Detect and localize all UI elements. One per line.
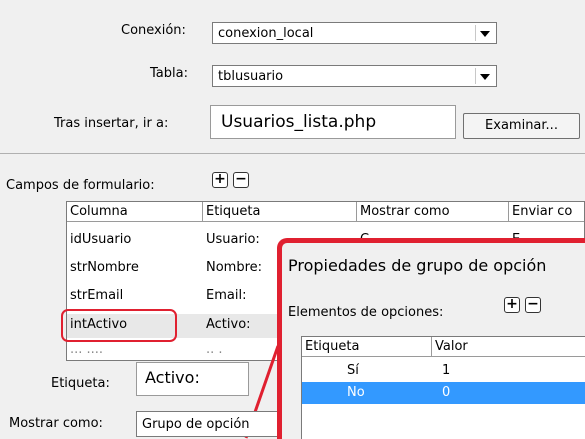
fields-header-display[interactable]: Mostrar como bbox=[357, 202, 509, 222]
detail-label-value: Activo: bbox=[145, 368, 200, 387]
connection-label: Conexión: bbox=[121, 23, 186, 38]
remove-option-button[interactable]: − bbox=[525, 297, 541, 313]
add-field-button[interactable]: + bbox=[212, 172, 228, 188]
browse-button-label: Examinar... bbox=[485, 118, 558, 133]
row-column: strEmail bbox=[70, 288, 124, 303]
table-value: tblusuario bbox=[218, 69, 284, 84]
row-label: Activo: bbox=[206, 317, 251, 332]
plus-icon: + bbox=[214, 171, 226, 187]
browse-button[interactable]: Examinar... bbox=[463, 113, 580, 139]
connection-value: conexion_local bbox=[218, 26, 314, 41]
fields-label: Campos de formulario: bbox=[6, 178, 155, 193]
row-column: idUsuario bbox=[70, 232, 132, 247]
highlight-marker bbox=[61, 309, 177, 342]
row-label: Nombre: bbox=[206, 260, 263, 275]
minus-icon: − bbox=[527, 296, 539, 312]
minus-icon: − bbox=[235, 171, 247, 187]
detail-label-caption: Etiqueta: bbox=[51, 376, 110, 391]
row-label: Email: bbox=[206, 288, 247, 303]
option-value: 1 bbox=[442, 363, 451, 378]
after-insert-value: Usuarios_lista.php bbox=[221, 112, 377, 132]
detail-display-value: Grupo de opción bbox=[142, 417, 250, 432]
add-option-button[interactable]: + bbox=[504, 297, 520, 313]
chevron-down-icon[interactable] bbox=[480, 74, 490, 80]
list-item[interactable]: No 0 bbox=[302, 382, 585, 404]
dialog-title: Propiedades de grupo de opción bbox=[288, 256, 547, 275]
table-label: Tabla: bbox=[150, 66, 188, 81]
detail-display-select[interactable]: Grupo de opción bbox=[136, 411, 286, 437]
detail-label-input[interactable]: Activo: bbox=[136, 362, 249, 396]
remove-field-button[interactable]: − bbox=[233, 172, 249, 188]
row-column: strNombre bbox=[70, 260, 139, 275]
option-value: 0 bbox=[442, 385, 451, 400]
option-label: No bbox=[347, 385, 365, 400]
options-header-value[interactable]: Valor bbox=[432, 337, 585, 357]
divider bbox=[0, 153, 585, 154]
fields-header-column[interactable]: Columna bbox=[67, 202, 203, 222]
chevron-down-icon[interactable] bbox=[480, 31, 490, 37]
plus-icon: + bbox=[506, 296, 518, 312]
detail-display-caption: Mostrar como: bbox=[9, 416, 103, 431]
fields-header-submit[interactable]: Enviar co bbox=[509, 202, 584, 222]
list-item[interactable]: Sí 1 bbox=[302, 360, 585, 382]
row-label: Usuario: bbox=[206, 232, 260, 247]
after-insert-input[interactable]: Usuarios_lista.php bbox=[210, 105, 456, 139]
connection-select[interactable]: conexion_local bbox=[212, 22, 497, 44]
fields-header-label[interactable]: Etiqueta bbox=[203, 202, 357, 222]
option-group-dialog: Propiedades de grupo de opción Elementos… bbox=[277, 238, 585, 439]
options-grid[interactable]: Etiqueta Valor Sí 1 No 0 bbox=[301, 336, 585, 439]
option-label: Sí bbox=[347, 363, 359, 378]
table-select[interactable]: tblusuario bbox=[212, 65, 497, 87]
after-insert-label: Tras insertar, ir a: bbox=[54, 116, 169, 131]
options-header-label[interactable]: Etiqueta bbox=[302, 337, 432, 357]
dialog-items-label: Elementos de opciones: bbox=[288, 305, 444, 320]
